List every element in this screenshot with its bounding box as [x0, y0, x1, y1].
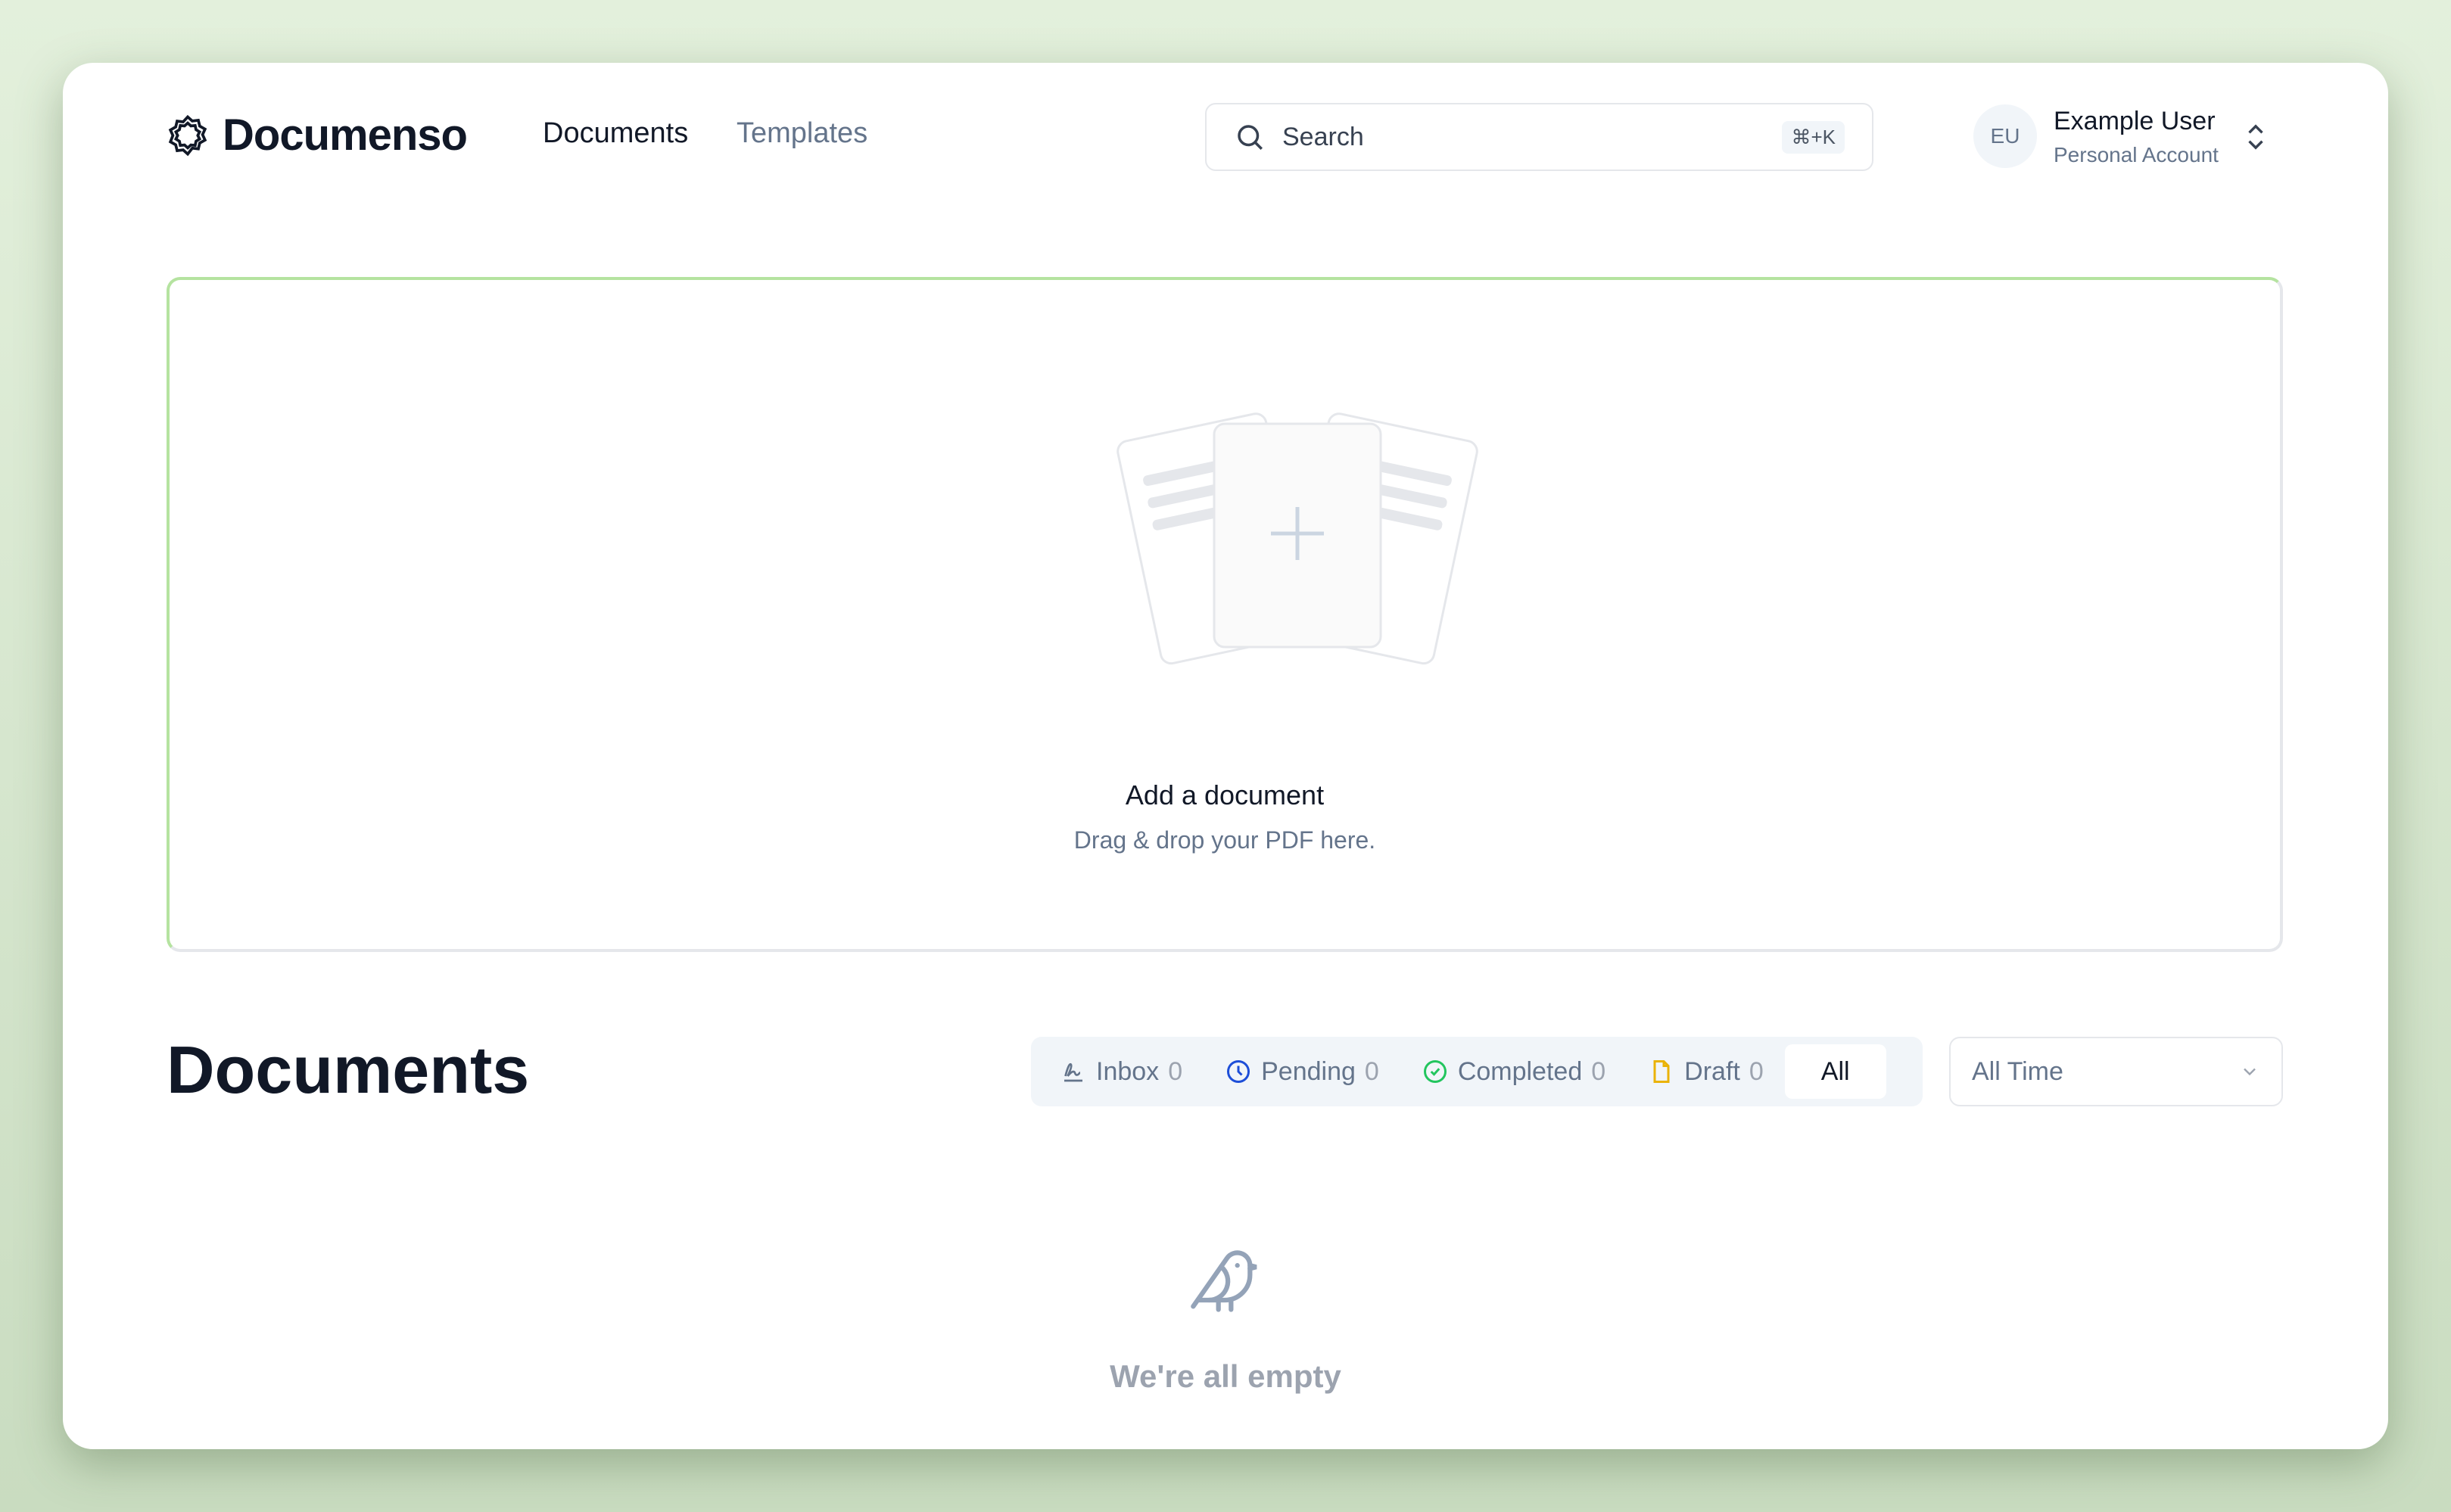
search-input[interactable]: Search ⌘+K [1205, 103, 1873, 171]
tab-all[interactable]: All [1784, 1044, 1886, 1099]
tab-label: Pending [1261, 1056, 1356, 1086]
tab-inbox[interactable]: Inbox 0 [1039, 1044, 1204, 1099]
nav-templates[interactable]: Templates [737, 117, 867, 150]
check-circle-icon [1423, 1060, 1447, 1083]
chevrons-up-down-icon[interactable] [2243, 122, 2269, 152]
tab-completed[interactable]: Completed 0 [1400, 1044, 1627, 1099]
status-tabs: Inbox 0 Pending 0 Completed 0 Draft 0 All [1031, 1037, 1923, 1106]
bird-icon [1191, 1250, 1257, 1312]
dropzone-subtitle: Drag & drop your PDF here. [1073, 826, 1376, 854]
empty-state-title: We're all empty [1110, 1358, 1341, 1394]
brand-logo[interactable]: Documenso [167, 110, 468, 160]
tab-pending[interactable]: Pending 0 [1204, 1044, 1400, 1099]
search-placeholder: Search [1282, 122, 1364, 151]
signature-icon [1064, 1062, 1082, 1082]
nav-documents[interactable]: Documents [543, 117, 688, 150]
tab-count: 0 [1168, 1056, 1183, 1086]
tab-label: Draft [1684, 1056, 1740, 1086]
period-select[interactable]: All Time [1949, 1037, 2283, 1106]
app-window: Documenso Documents Templates Search ⌘+K… [63, 63, 2388, 1449]
dropzone-title: Add a document [1125, 779, 1325, 810]
period-select-value: All Time [1972, 1056, 2063, 1086]
add-document-illustration [1116, 412, 1478, 665]
tab-label: Inbox [1096, 1056, 1160, 1086]
tab-label: Completed [1457, 1056, 1583, 1086]
avatar[interactable]: EU [1973, 104, 2037, 168]
logo-icon [168, 114, 207, 156]
tab-draft[interactable]: Draft 0 [1627, 1044, 1785, 1099]
clock-icon [1227, 1060, 1250, 1083]
document-dropzone[interactable]: Add a document Drag & drop your PDF here… [167, 277, 2283, 952]
tab-count: 0 [1749, 1056, 1764, 1086]
tab-count: 0 [1591, 1056, 1606, 1086]
tab-count: 0 [1364, 1056, 1379, 1086]
search-icon [1238, 125, 1263, 150]
user-name[interactable]: Example User [2054, 107, 2216, 136]
account-name: Personal Account [2054, 143, 2219, 166]
file-icon [1653, 1060, 1670, 1083]
brand-name: Documenso [223, 110, 468, 160]
page-title: Documents [167, 1032, 530, 1107]
search-shortcut: ⌘+K [1782, 120, 1845, 154]
tab-label: All [1820, 1056, 1850, 1086]
chevron-down-icon [2244, 1068, 2256, 1076]
